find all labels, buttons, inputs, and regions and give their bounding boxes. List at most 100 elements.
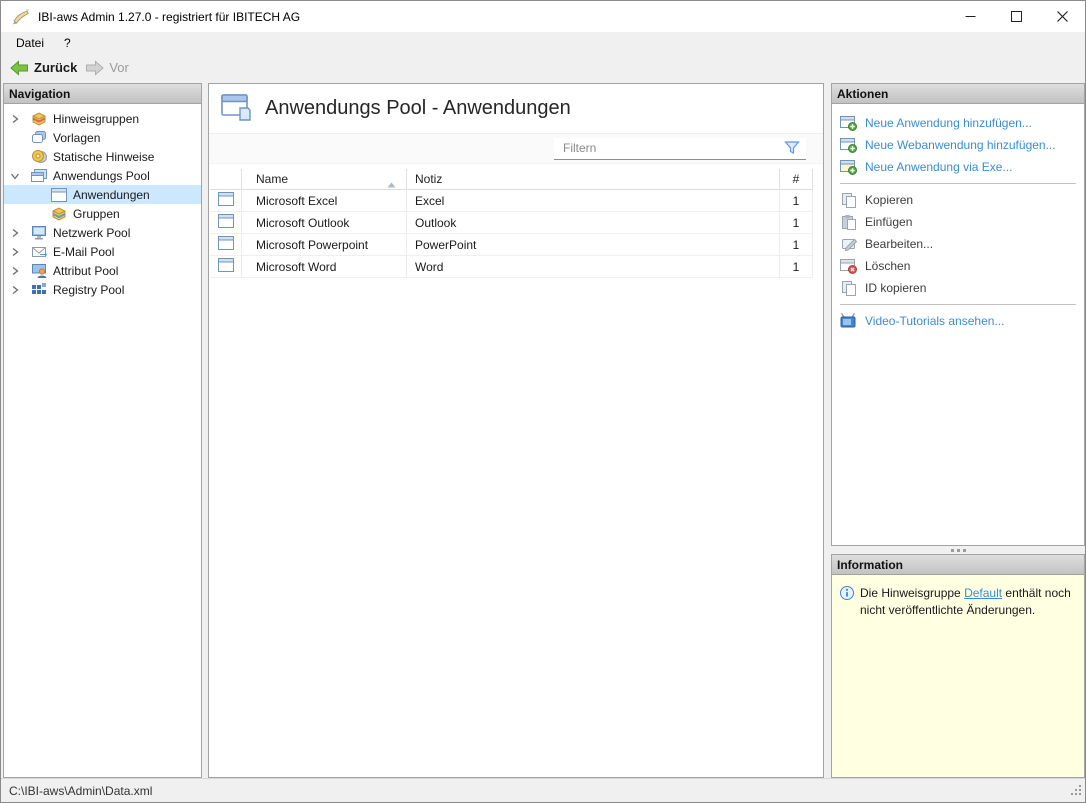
sidebar-item-anwendungs-pool[interactable]: Anwendungs Pool — [4, 166, 201, 185]
sidebar-item-label: Netzwerk Pool — [53, 226, 130, 240]
sidebar-item-gruppen[interactable]: Gruppen — [4, 204, 201, 223]
actions-separator — [840, 304, 1076, 305]
filter-input[interactable] — [554, 141, 784, 155]
row-cell-name: Microsoft Outlook — [242, 212, 407, 234]
status-bar: C:\IBI-aws\Admin\Data.xml — [1, 778, 1085, 802]
group-box-icon — [50, 206, 67, 222]
action-label: Löschen — [865, 259, 910, 273]
sidebar-item-label: Vorlagen — [53, 131, 100, 145]
sidebar-item-statische-hinweise[interactable]: Statische Hinweise — [4, 147, 201, 166]
column-header-notiz[interactable]: Notiz — [407, 169, 780, 190]
table-row[interactable]: Microsoft Word Word 1 — [210, 256, 813, 278]
row-cell-name: Microsoft Excel — [242, 190, 407, 212]
sidebar-item-netzwerk-pool[interactable]: Netzwerk Pool — [4, 223, 201, 242]
information-message: Die Hinweisgruppe Default enthält noch n… — [832, 575, 1084, 619]
table-row[interactable]: Microsoft Outlook Outlook 1 — [210, 212, 813, 234]
action-new-application-via-exe[interactable]: Neue Anwendung via Exe... — [832, 156, 1084, 178]
table-header-row: Name Notiz # — [210, 169, 813, 190]
chevron-spacer — [10, 131, 30, 145]
minimize-icon — [965, 11, 976, 22]
sidebar-item-attribut-pool[interactable]: Attribut Pool — [4, 261, 201, 280]
action-copy[interactable]: Kopieren — [832, 189, 1084, 211]
static-note-icon — [30, 149, 47, 165]
icon-column-header[interactable] — [210, 169, 242, 190]
action-video-tutorials[interactable]: Video-Tutorials ansehen... — [832, 310, 1084, 332]
minimize-button[interactable] — [947, 1, 993, 32]
back-button[interactable]: Zurück — [8, 58, 83, 78]
column-header-name[interactable]: Name — [242, 169, 407, 190]
sidebar-item-registry-pool[interactable]: Registry Pool — [4, 280, 201, 299]
action-label: ID kopieren — [865, 281, 926, 295]
actions-panel-header: Aktionen — [832, 84, 1084, 104]
info-icon — [840, 586, 854, 619]
chevron-right-icon[interactable] — [10, 264, 30, 278]
window-add-icon — [840, 137, 857, 153]
sidebar-item-anwendungen[interactable]: Anwendungen — [4, 185, 201, 204]
chevron-right-icon[interactable] — [10, 283, 30, 297]
paste-icon — [840, 214, 857, 230]
chevron-right-icon[interactable] — [10, 245, 30, 259]
action-copy-id[interactable]: ID kopieren — [832, 277, 1084, 299]
window-icon — [218, 214, 234, 231]
registry-icon — [30, 282, 47, 298]
table-row[interactable]: Microsoft Excel Excel 1 — [210, 190, 813, 212]
window-controls — [947, 1, 1085, 32]
sidebar-item-label: Statische Hinweise — [53, 150, 154, 164]
chevron-right-icon[interactable] — [10, 226, 30, 240]
sidebar-item-label: Anwendungen — [73, 188, 150, 202]
panel-splitter-handle[interactable] — [831, 546, 1085, 554]
menu-help[interactable]: ? — [54, 33, 81, 53]
menu-datei[interactable]: Datei — [6, 33, 54, 53]
chevron-spacer — [30, 207, 50, 221]
information-panel-header: Information — [832, 555, 1084, 575]
row-cell-notiz: Outlook — [407, 212, 780, 234]
action-edit[interactable]: Bearbeiten... — [832, 233, 1084, 255]
filter-bar — [209, 133, 823, 164]
window-exe-add-icon — [840, 159, 857, 175]
attribute-icon — [30, 263, 47, 279]
sidebar-item-label: Hinweisgruppen — [53, 112, 139, 126]
funnel-icon[interactable] — [784, 140, 802, 156]
window-add-icon — [840, 115, 857, 131]
arrow-left-green-icon — [10, 60, 29, 76]
window-delete-icon — [840, 258, 857, 274]
action-label: Neue Anwendung via Exe... — [865, 160, 1012, 174]
sidebar-item-label: Registry Pool — [53, 283, 124, 297]
close-button[interactable] — [1039, 1, 1085, 32]
row-cell-count: 1 — [780, 234, 813, 256]
action-label: Neue Anwendung hinzufügen... — [865, 116, 1032, 130]
default-group-link[interactable]: Default — [964, 586, 1002, 600]
sidebar-item-hinweisgruppen[interactable]: Hinweisgruppen — [4, 109, 201, 128]
navigation-tree: Hinweisgruppen Vorlagen Statische Hinwei… — [4, 104, 201, 299]
edit-icon — [840, 236, 857, 252]
copy-icon — [840, 280, 857, 296]
sidebar-item-label: Gruppen — [73, 207, 120, 221]
forward-button[interactable]: Vor — [83, 58, 135, 78]
chevron-down-icon[interactable] — [10, 169, 30, 183]
row-cell-notiz: Excel — [407, 190, 780, 212]
resize-grip-icon[interactable] — [1070, 784, 1082, 799]
package-icon — [30, 111, 47, 127]
information-text-before: Die Hinweisgruppe — [860, 586, 964, 600]
action-delete[interactable]: Löschen — [832, 255, 1084, 277]
window-icon — [218, 258, 234, 275]
action-paste[interactable]: Einfügen — [832, 211, 1084, 233]
action-new-application[interactable]: Neue Anwendung hinzufügen... — [832, 112, 1084, 134]
windows-stack-icon — [220, 91, 253, 126]
sidebar-item-vorlagen[interactable]: Vorlagen — [4, 128, 201, 147]
action-label: Bearbeiten... — [865, 237, 933, 251]
action-new-webapplication[interactable]: Neue Webanwendung hinzufügen... — [832, 134, 1084, 156]
content-panel: Anwendungs Pool - Anwendungen Name Notiz… — [208, 83, 824, 778]
column-header-count[interactable]: # — [780, 169, 813, 190]
sidebar-item-email-pool[interactable]: E-Mail Pool — [4, 242, 201, 261]
maximize-icon — [1011, 11, 1022, 22]
chevron-right-icon[interactable] — [10, 112, 30, 126]
table-row[interactable]: Microsoft Powerpoint PowerPoint 1 — [210, 234, 813, 256]
column-header-label: Name — [256, 172, 288, 186]
maximize-button[interactable] — [993, 1, 1039, 32]
app-window: { "window": { "title": "IBI-aws Admin 1.… — [0, 0, 1086, 803]
row-cell-notiz: Word — [407, 256, 780, 278]
actions-panel: Aktionen Neue Anwendung hinzufügen... Ne… — [831, 83, 1085, 546]
applications-table: Name Notiz # Microsoft Excel Excel 1 Mic… — [210, 169, 813, 278]
window-title: IBI-aws Admin 1.27.0 - registriert für I… — [38, 10, 300, 24]
